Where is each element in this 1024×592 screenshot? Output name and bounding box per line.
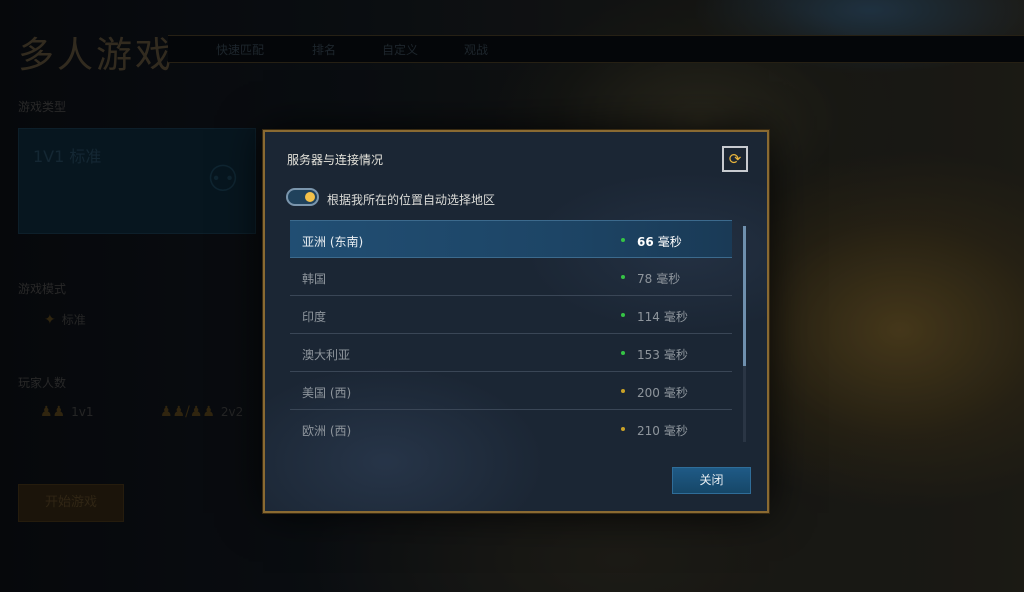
scrollbar-thumb[interactable]: [743, 226, 746, 366]
refresh-icon: ⟳: [728, 150, 742, 168]
refresh-button[interactable]: ⟳: [722, 146, 748, 172]
status-dot-icon: [621, 313, 625, 317]
server-row[interactable]: 美国 (西) 200 毫秒: [290, 372, 732, 410]
server-row[interactable]: 印度 114 毫秒: [290, 296, 732, 334]
server-latency: 153 毫秒: [637, 348, 688, 362]
server-list-scrollbar[interactable]: [743, 226, 746, 442]
server-name: 澳大利亚: [302, 348, 351, 362]
server-row[interactable]: 亚洲 (东南) 66 毫秒: [290, 220, 732, 258]
toggle-knob: [305, 192, 315, 202]
server-name: 欧洲 (西): [302, 424, 352, 438]
server-latency: 210 毫秒: [637, 424, 688, 438]
server-latency: 78 毫秒: [637, 272, 681, 286]
status-dot-icon: [621, 275, 625, 279]
server-name: 亚洲 (东南): [302, 235, 364, 249]
server-name: 印度: [302, 310, 327, 324]
server-latency: 200 毫秒: [637, 386, 688, 400]
auto-region-toggle[interactable]: [286, 188, 319, 206]
status-dot-icon: [621, 427, 625, 431]
server-name: 美国 (西): [302, 386, 352, 400]
server-name: 韩国: [302, 272, 327, 286]
auto-region-label: 根据我所在的位置自动选择地区: [327, 193, 496, 207]
server-connection-dialog: 服务器与连接情况 ⟳ 根据我所在的位置自动选择地区 亚洲 (东南) 66 毫秒 韩…: [263, 130, 769, 513]
server-row[interactable]: 欧洲 (西) 210 毫秒: [290, 410, 732, 442]
status-dot-icon: [621, 351, 625, 355]
server-latency: 114 毫秒: [637, 310, 688, 324]
server-latency: 66 毫秒: [637, 235, 682, 249]
server-row[interactable]: 韩国 78 毫秒: [290, 258, 732, 296]
status-dot-icon: [621, 389, 625, 393]
server-list: 亚洲 (东南) 66 毫秒 韩国 78 毫秒 印度 114 毫秒 澳大利亚 153 毫秒…: [290, 220, 732, 442]
server-row[interactable]: 澳大利亚 153 毫秒: [290, 334, 732, 372]
dialog-title: 服务器与连接情况: [287, 153, 384, 167]
close-button[interactable]: 关闭: [672, 467, 751, 494]
status-dot-icon: [621, 238, 625, 242]
